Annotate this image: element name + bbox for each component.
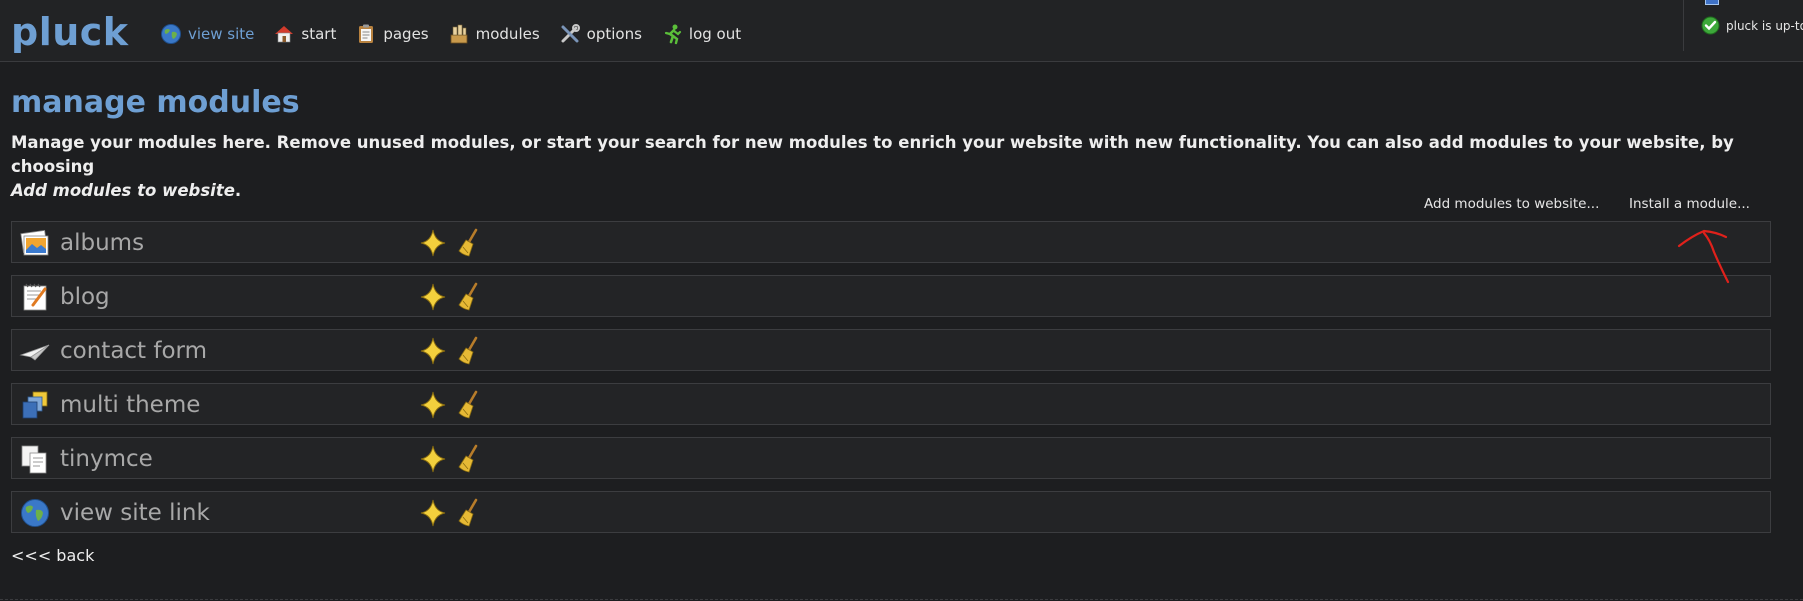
nav-label: log out — [688, 25, 742, 43]
module-row-blog: blog — [11, 275, 1771, 317]
module-row-view-site-link: view site link — [11, 491, 1771, 533]
nav-log-out[interactable]: log out — [661, 22, 741, 46]
albums-icon — [20, 229, 49, 256]
module-name: tinymce — [60, 446, 153, 472]
module-row-albums: albums — [11, 221, 1771, 263]
add-modules-link[interactable]: Add modules to website... — [1424, 196, 1599, 212]
module-row-contact-form: contact form — [11, 329, 1771, 371]
paper-plane-icon — [19, 344, 50, 361]
nav-modules[interactable]: modules — [448, 22, 540, 46]
broom-icon[interactable] — [454, 443, 484, 475]
nav-label: view site — [188, 25, 255, 43]
modules-icon — [450, 24, 468, 44]
clipboard-icon — [359, 24, 374, 43]
globe-icon — [161, 24, 181, 44]
nav-view-site[interactable]: view site — [160, 22, 254, 46]
house-icon — [275, 26, 294, 43]
main-nav: view site start pages modules options lo… — [160, 22, 760, 46]
running-man-icon — [664, 24, 682, 45]
broom-icon[interactable] — [454, 389, 484, 421]
checkmark-icon — [1701, 16, 1720, 35]
update-status-text: pluck is up-to- — [1726, 18, 1803, 33]
page-title: manage modules — [11, 85, 300, 120]
module-name: blog — [60, 284, 110, 310]
sparkle-icon[interactable] — [418, 335, 448, 367]
broom-icon[interactable] — [454, 335, 484, 367]
nav-pages[interactable]: pages — [355, 22, 429, 46]
module-list: albums blog contact form multi theme tin… — [11, 221, 1771, 545]
logo[interactable]: pluck — [11, 10, 129, 54]
module-name: albums — [60, 230, 145, 256]
sparkle-icon[interactable] — [418, 281, 448, 313]
module-row-multi-theme: multi theme — [11, 383, 1771, 425]
intro-text: Manage your modules here. Remove unused … — [11, 131, 1791, 203]
nav-options[interactable]: options — [559, 22, 642, 46]
nav-label: modules — [475, 25, 540, 43]
intro-period: . — [234, 181, 242, 200]
multi-theme-icon — [22, 391, 48, 419]
sparkle-icon[interactable] — [418, 497, 448, 529]
module-name: contact form — [60, 338, 208, 364]
bottom-divider — [0, 599, 1803, 600]
globe-icon — [21, 499, 49, 527]
blog-icon — [23, 283, 47, 311]
back-link[interactable]: <<< back — [11, 546, 94, 565]
module-name: multi theme — [60, 392, 201, 418]
install-module-link[interactable]: Install a module... — [1629, 196, 1750, 212]
broom-icon[interactable] — [454, 497, 484, 529]
update-panel: pluck is up-to- — [1683, 0, 1803, 51]
broom-icon[interactable] — [454, 281, 484, 313]
nav-label: pages — [383, 25, 429, 43]
sparkle-icon[interactable] — [418, 443, 448, 475]
nav-label: options — [586, 25, 642, 43]
intro-body: Manage your modules here. Remove unused … — [11, 133, 1734, 176]
nav-label: start — [301, 25, 337, 43]
tinymce-icon — [21, 445, 47, 474]
document-icon — [1705, 0, 1719, 5]
sparkle-icon[interactable] — [418, 227, 448, 259]
module-row-tinymce: tinymce — [11, 437, 1771, 479]
nav-start[interactable]: start — [273, 22, 336, 46]
update-status: pluck is up-to- — [1701, 16, 1803, 35]
page: pluck view site start pages modules opti… — [0, 0, 1803, 601]
module-name: view site link — [60, 500, 210, 526]
broom-icon[interactable] — [454, 227, 484, 259]
tools-icon — [561, 24, 580, 43]
sparkle-icon[interactable] — [418, 389, 448, 421]
header: pluck view site start pages modules opti… — [0, 0, 1803, 62]
intro-emphasis: Add modules to website — [11, 181, 235, 200]
